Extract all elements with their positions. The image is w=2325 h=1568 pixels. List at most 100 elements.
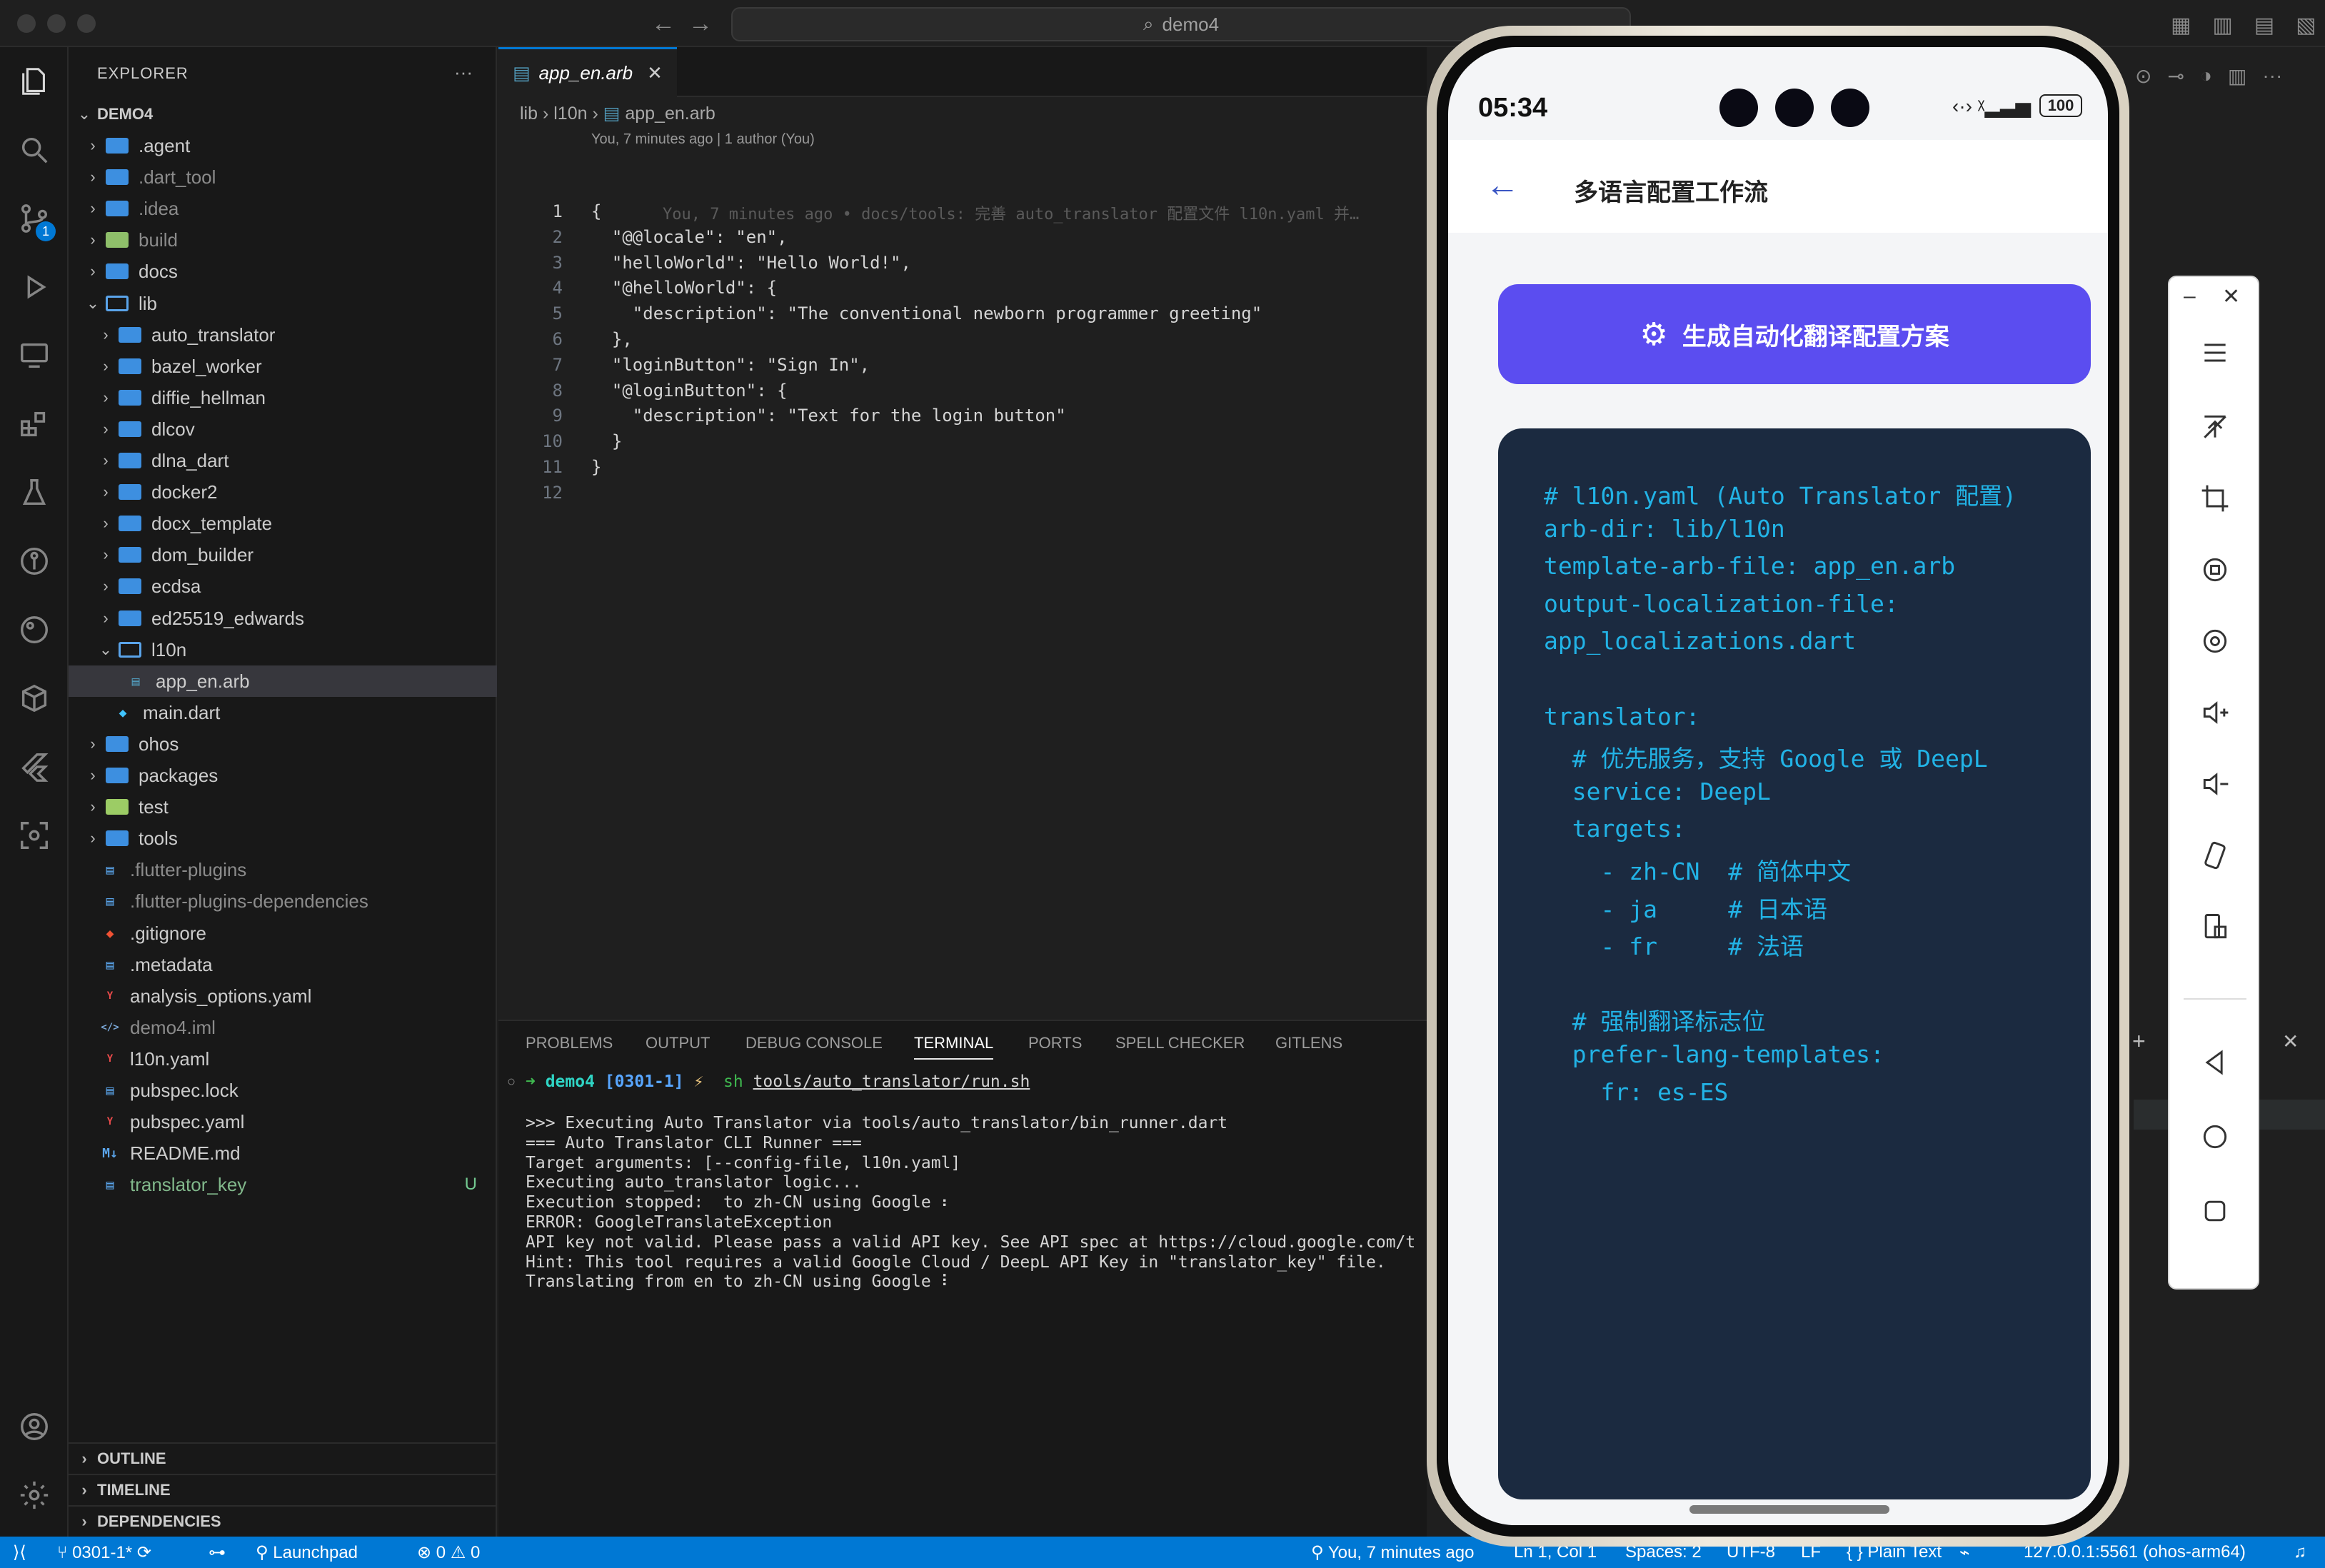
device-settings-icon[interactable] [2186, 898, 2244, 955]
breadcrumb-lib[interactable]: lib [520, 104, 538, 124]
code-line[interactable]: { [591, 201, 601, 221]
tree-item[interactable]: › auto_translator [69, 319, 497, 351]
tab-ports[interactable]: PORTS [1028, 1034, 1082, 1052]
outline-section[interactable]: › OUTLINE [69, 1442, 497, 1474]
close-emulator-icon[interactable]: ✕ [2222, 284, 2240, 309]
tree-item[interactable]: Ypubspec.yaml [69, 1106, 497, 1137]
run-debug-icon[interactable] [14, 267, 54, 307]
code-line[interactable]: "description": "Text for the login butto… [591, 406, 1066, 426]
crop-screenshot-icon[interactable] [2186, 470, 2244, 527]
problems-status[interactable]: ⊗ 0 ⚠ 0 [417, 1542, 480, 1563]
minimize-window-button[interactable] [47, 14, 66, 33]
tree-item[interactable]: ⌄ lib [69, 288, 497, 319]
tree-item[interactable]: › dom_builder [69, 539, 497, 571]
scan-icon[interactable] [14, 815, 54, 855]
forward-arrow-icon[interactable]: → [688, 10, 713, 38]
timeline-action-icon[interactable]: ⊙ [2135, 64, 2151, 88]
tree-item[interactable]: › .agent [69, 130, 497, 161]
tree-item[interactable]: › docker2 [69, 476, 497, 508]
close-panel-icon[interactable]: ✕ [2282, 1030, 2299, 1053]
zoom-window-button[interactable] [77, 14, 96, 33]
code-line[interactable]: "loginButton": "Sign In", [591, 355, 870, 375]
testing-icon[interactable] [14, 473, 54, 513]
compare-action-icon[interactable]: ⊸ [2167, 64, 2184, 88]
code-line[interactable]: } [591, 431, 622, 451]
tree-item[interactable]: › test [69, 791, 497, 823]
tree-item[interactable]: › docs [69, 256, 497, 287]
code-line[interactable]: "@helloWorld": { [591, 278, 777, 298]
back-arrow-icon[interactable]: ← [1485, 166, 1520, 205]
tree-item[interactable]: ▤ .flutter-plugins-dependencies [69, 885, 497, 917]
blame-action-icon[interactable]: ◑ [2200, 64, 2212, 88]
tree-item[interactable]: ◆ main.dart [69, 697, 497, 728]
code-line[interactable]: "@loginButton": { [591, 381, 788, 401]
toggle-secondary-sidebar-icon[interactable]: ▧ [2296, 13, 2316, 38]
tree-item[interactable]: Yl10n.yaml [69, 1043, 497, 1075]
more-actions-icon[interactable]: ··· [454, 61, 473, 84]
flutter-icon[interactable] [14, 747, 54, 787]
back-arrow-icon[interactable]: ← [651, 10, 676, 38]
tree-item[interactable]: ▤ .flutter-plugins [69, 854, 497, 885]
tab-gitlens[interactable]: GITLENS [1275, 1034, 1342, 1052]
toggle-sidebar-icon[interactable]: ▥ [2212, 13, 2232, 38]
git-graph-icon[interactable] [14, 541, 54, 581]
split-editor-icon[interactable]: ▥ [2228, 64, 2246, 88]
tree-item[interactable]: › .dart_tool [69, 161, 497, 193]
code-line[interactable]: "helloWorld": "Hello World!", [591, 253, 911, 273]
tree-item[interactable]: › ohos [69, 728, 497, 760]
pin-top-icon[interactable] [2186, 398, 2244, 456]
graph-icon[interactable]: ⊶ [209, 1542, 226, 1563]
code-line[interactable]: } [591, 457, 601, 477]
launchpad-status[interactable]: ⚲ Launchpad [256, 1542, 358, 1563]
notifications-icon[interactable]: ♫ [2294, 1542, 2306, 1562]
tree-item[interactable]: ▤ .metadata [69, 949, 497, 980]
branch-status[interactable]: ⑂ 0301-1* ⟳ [57, 1542, 151, 1563]
remote-explorer-icon[interactable] [14, 336, 54, 376]
close-window-button[interactable] [17, 14, 36, 33]
tab-terminal[interactable]: TERMINAL [914, 1034, 994, 1060]
codelens-blame[interactable]: You, 7 minutes ago | 1 author (You) [591, 131, 815, 148]
tree-item[interactable]: Yanalysis_options.yaml [69, 980, 497, 1012]
tab-problems[interactable]: PROBLEMS [526, 1034, 613, 1052]
tree-item[interactable]: › dlcov [69, 413, 497, 445]
customize-layout-icon[interactable]: ▦ [2171, 13, 2191, 38]
menu-icon[interactable] [2186, 324, 2244, 381]
tree-item[interactable]: › dlna_dart [69, 445, 497, 476]
code-line[interactable]: "@@locale": "en", [591, 227, 788, 247]
explorer-icon[interactable] [14, 61, 54, 101]
tab-app-en-arb[interactable]: ▤ app_en.arb ✕ [498, 47, 677, 97]
tree-item[interactable]: › docx_template [69, 508, 497, 539]
tree-item[interactable]: › .idea [69, 193, 497, 224]
toggle-panel-icon[interactable]: ▤ [2254, 13, 2274, 38]
tree-item[interactable]: ▤ pubspec.lock [69, 1075, 497, 1106]
timeline-section[interactable]: › TIMELINE [69, 1474, 497, 1505]
tree-item[interactable]: ◆ .gitignore [69, 918, 497, 949]
tree-item[interactable]: › ed25519_edwards [69, 603, 497, 634]
account-icon[interactable] [14, 1407, 54, 1447]
dependencies-section[interactable]: › DEPENDENCIES [69, 1505, 497, 1537]
nav-back-icon[interactable] [2186, 1034, 2244, 1091]
volume-up-icon[interactable] [2186, 684, 2244, 741]
tree-item[interactable]: </> demo4.iml [69, 1012, 497, 1043]
containers-icon[interactable] [14, 678, 54, 718]
breadcrumb-file[interactable]: app_en.arb [625, 104, 715, 124]
rotate-device-icon[interactable] [2186, 827, 2244, 884]
settings-gear-icon[interactable] [14, 1475, 54, 1515]
tree-item[interactable]: › tools [69, 823, 497, 854]
tree-item[interactable]: M↓ README.md [69, 1137, 497, 1169]
volume-down-icon[interactable] [2186, 755, 2244, 813]
breadcrumb-l10n[interactable]: l10n [553, 104, 587, 124]
tree-item[interactable]: › bazel_worker [69, 351, 497, 382]
tab-spell-checker[interactable]: SPELL CHECKER [1115, 1034, 1245, 1052]
explorer-root[interactable]: ⌄ DEMO4 [69, 99, 497, 130]
rotate-right-icon[interactable] [2186, 613, 2244, 670]
tree-item[interactable]: › build [69, 224, 497, 256]
remote-indicator-icon[interactable]: ⟩⟨ [13, 1542, 26, 1563]
tree-item[interactable]: › diffie_hellman [69, 382, 497, 413]
gitlens-icon[interactable] [14, 610, 54, 650]
more-editor-actions-icon[interactable]: ··· [2262, 64, 2282, 88]
tab-output[interactable]: OUTPUT [646, 1034, 710, 1052]
tab-debug-console[interactable]: DEBUG CONSOLE [745, 1034, 883, 1052]
nav-home-icon[interactable] [2186, 1108, 2244, 1165]
tree-item[interactable]: ▤ translator_key U [69, 1169, 497, 1200]
